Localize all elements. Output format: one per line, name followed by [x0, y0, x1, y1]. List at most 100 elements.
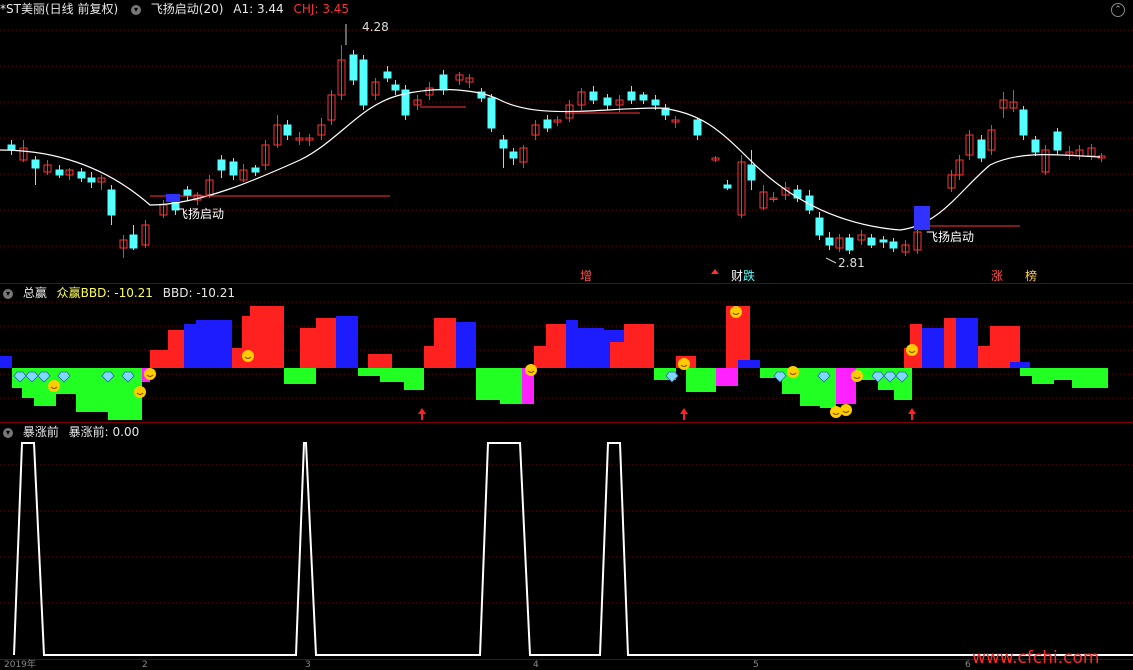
bbd-bar: [1020, 368, 1032, 376]
candle-body: [283, 124, 292, 136]
bbd-header: ▾ 总赢 众赢BBD: -10.21 BBD: -10.21: [0, 284, 241, 302]
bbd-bar: [1054, 368, 1072, 380]
bbd-bar: [232, 348, 242, 368]
event-tag-zeng[interactable]: 增: [580, 267, 592, 284]
bbd-bar: [316, 318, 336, 368]
candle-body: [439, 74, 448, 91]
bbd-bar: [476, 368, 500, 400]
bbd-bar: [738, 360, 760, 368]
bbd-bar: [716, 368, 738, 386]
bbd-bar: [686, 368, 716, 392]
candle-body: [589, 91, 598, 101]
event-tag-zhang[interactable]: 涨: [991, 267, 1003, 284]
bbd-bar: [800, 368, 820, 406]
candle-body: [543, 119, 552, 129]
smile-icon: [48, 380, 60, 392]
smile-icon: [242, 350, 254, 362]
bbd-bar: [610, 342, 628, 368]
bbd-value-name: 众赢BBD: -10.21: [56, 286, 153, 300]
up-arrow-icon: [680, 408, 688, 420]
watermark: www.cfchi.com: [972, 648, 1100, 668]
candle-body: [977, 139, 986, 159]
candle-body: [251, 167, 260, 173]
smile-icon: [906, 344, 918, 356]
candle-body: [359, 59, 368, 106]
candle-body: [107, 189, 116, 216]
smile-icon: [851, 370, 863, 382]
candle-body: [879, 239, 888, 243]
bbd-bar: [424, 346, 434, 368]
candle-body: [603, 97, 612, 106]
bbd-bar: [434, 318, 456, 368]
bbd-bar: [1010, 362, 1030, 368]
bbd-bar: [184, 324, 196, 368]
candle-body: [889, 241, 898, 249]
pre-value: 暴涨前: 0.00: [68, 425, 140, 439]
bbd-value: BBD: -10.21: [162, 286, 235, 300]
signal-block: [914, 206, 930, 230]
signal-label-1: 飞扬启动: [176, 207, 225, 221]
bbd-title[interactable]: 总赢: [23, 286, 47, 300]
signal-label-2: 飞扬启动: [926, 230, 975, 244]
smile-icon: [830, 406, 842, 418]
diamond-icon: [665, 371, 679, 383]
bbd-bar: [284, 368, 316, 384]
bbd-bar: [0, 356, 12, 368]
candle-body: [723, 184, 732, 189]
bbd-bar: [500, 368, 522, 404]
candle-body: [499, 139, 508, 149]
bbd-bar: [1088, 368, 1108, 388]
pre-title[interactable]: 暴涨前: [23, 425, 59, 439]
event-tag-bang[interactable]: 榜: [1025, 267, 1037, 284]
candle-body: [7, 144, 16, 151]
candle-body: [383, 71, 392, 79]
candle-body: [217, 159, 226, 171]
smile-icon: [787, 366, 799, 378]
bbd-bar: [578, 328, 604, 368]
event-arrow-icon: [711, 269, 719, 274]
bbd-bar: [358, 368, 380, 376]
candle-body: [77, 171, 86, 179]
smile-icon: [134, 386, 146, 398]
up-arrow-icon: [418, 408, 426, 420]
candle-body: [229, 161, 238, 176]
bbd-bar: [1032, 368, 1054, 384]
bbd-panel[interactable]: ▾ 总赢 众赢BBD: -10.21 BBD: -10.21: [0, 284, 1133, 422]
bbd-chart[interactable]: [0, 284, 1133, 422]
bbd-bar: [944, 318, 956, 368]
candle-body: [747, 164, 756, 181]
signal-block: [166, 194, 180, 202]
bbd-bar: [404, 368, 424, 390]
time-axis: 2019年 2 3 4 5 6: [0, 659, 1133, 670]
bbd-bar: [566, 320, 578, 368]
candle-body: [487, 97, 496, 129]
chevron-down-icon[interactable]: ▾: [3, 288, 13, 299]
event-tag-cai[interactable]: 财: [731, 267, 743, 284]
bbd-bar: [624, 324, 654, 368]
candle-body: [129, 234, 138, 249]
candle-body: [651, 99, 660, 106]
chevron-down-icon[interactable]: ▾: [3, 427, 13, 438]
candle-body: [1019, 109, 1028, 136]
candle-body: [693, 119, 702, 136]
bbd-bar: [250, 306, 284, 368]
bbd-bar: [990, 326, 1020, 368]
bbd-bar: [956, 318, 978, 368]
pre-surge-chart[interactable]: [0, 423, 1133, 659]
candle-body: [183, 189, 192, 197]
event-tag-die[interactable]: 跌: [743, 267, 755, 284]
price-panel[interactable]: *ST美丽(日线 前复权) ▾ 飞扬启动(20) A1: 3.44 CHJ: 3…: [0, 0, 1133, 283]
smile-icon: [525, 364, 537, 376]
smile-icon: [730, 306, 742, 318]
bbd-bar: [150, 350, 168, 368]
candle-body: [825, 237, 834, 246]
candle-body: [639, 94, 648, 101]
bbd-bar: [922, 328, 944, 368]
pre-surge-panel[interactable]: ▾ 暴涨前 暴涨前: 0.00: [0, 423, 1133, 659]
smile-icon: [144, 368, 156, 380]
up-arrow-icon: [908, 408, 916, 420]
candle-body: [391, 84, 400, 91]
bbd-bar: [300, 328, 316, 368]
bbd-bar: [534, 346, 546, 368]
moving-average-line: [0, 88, 1101, 231]
